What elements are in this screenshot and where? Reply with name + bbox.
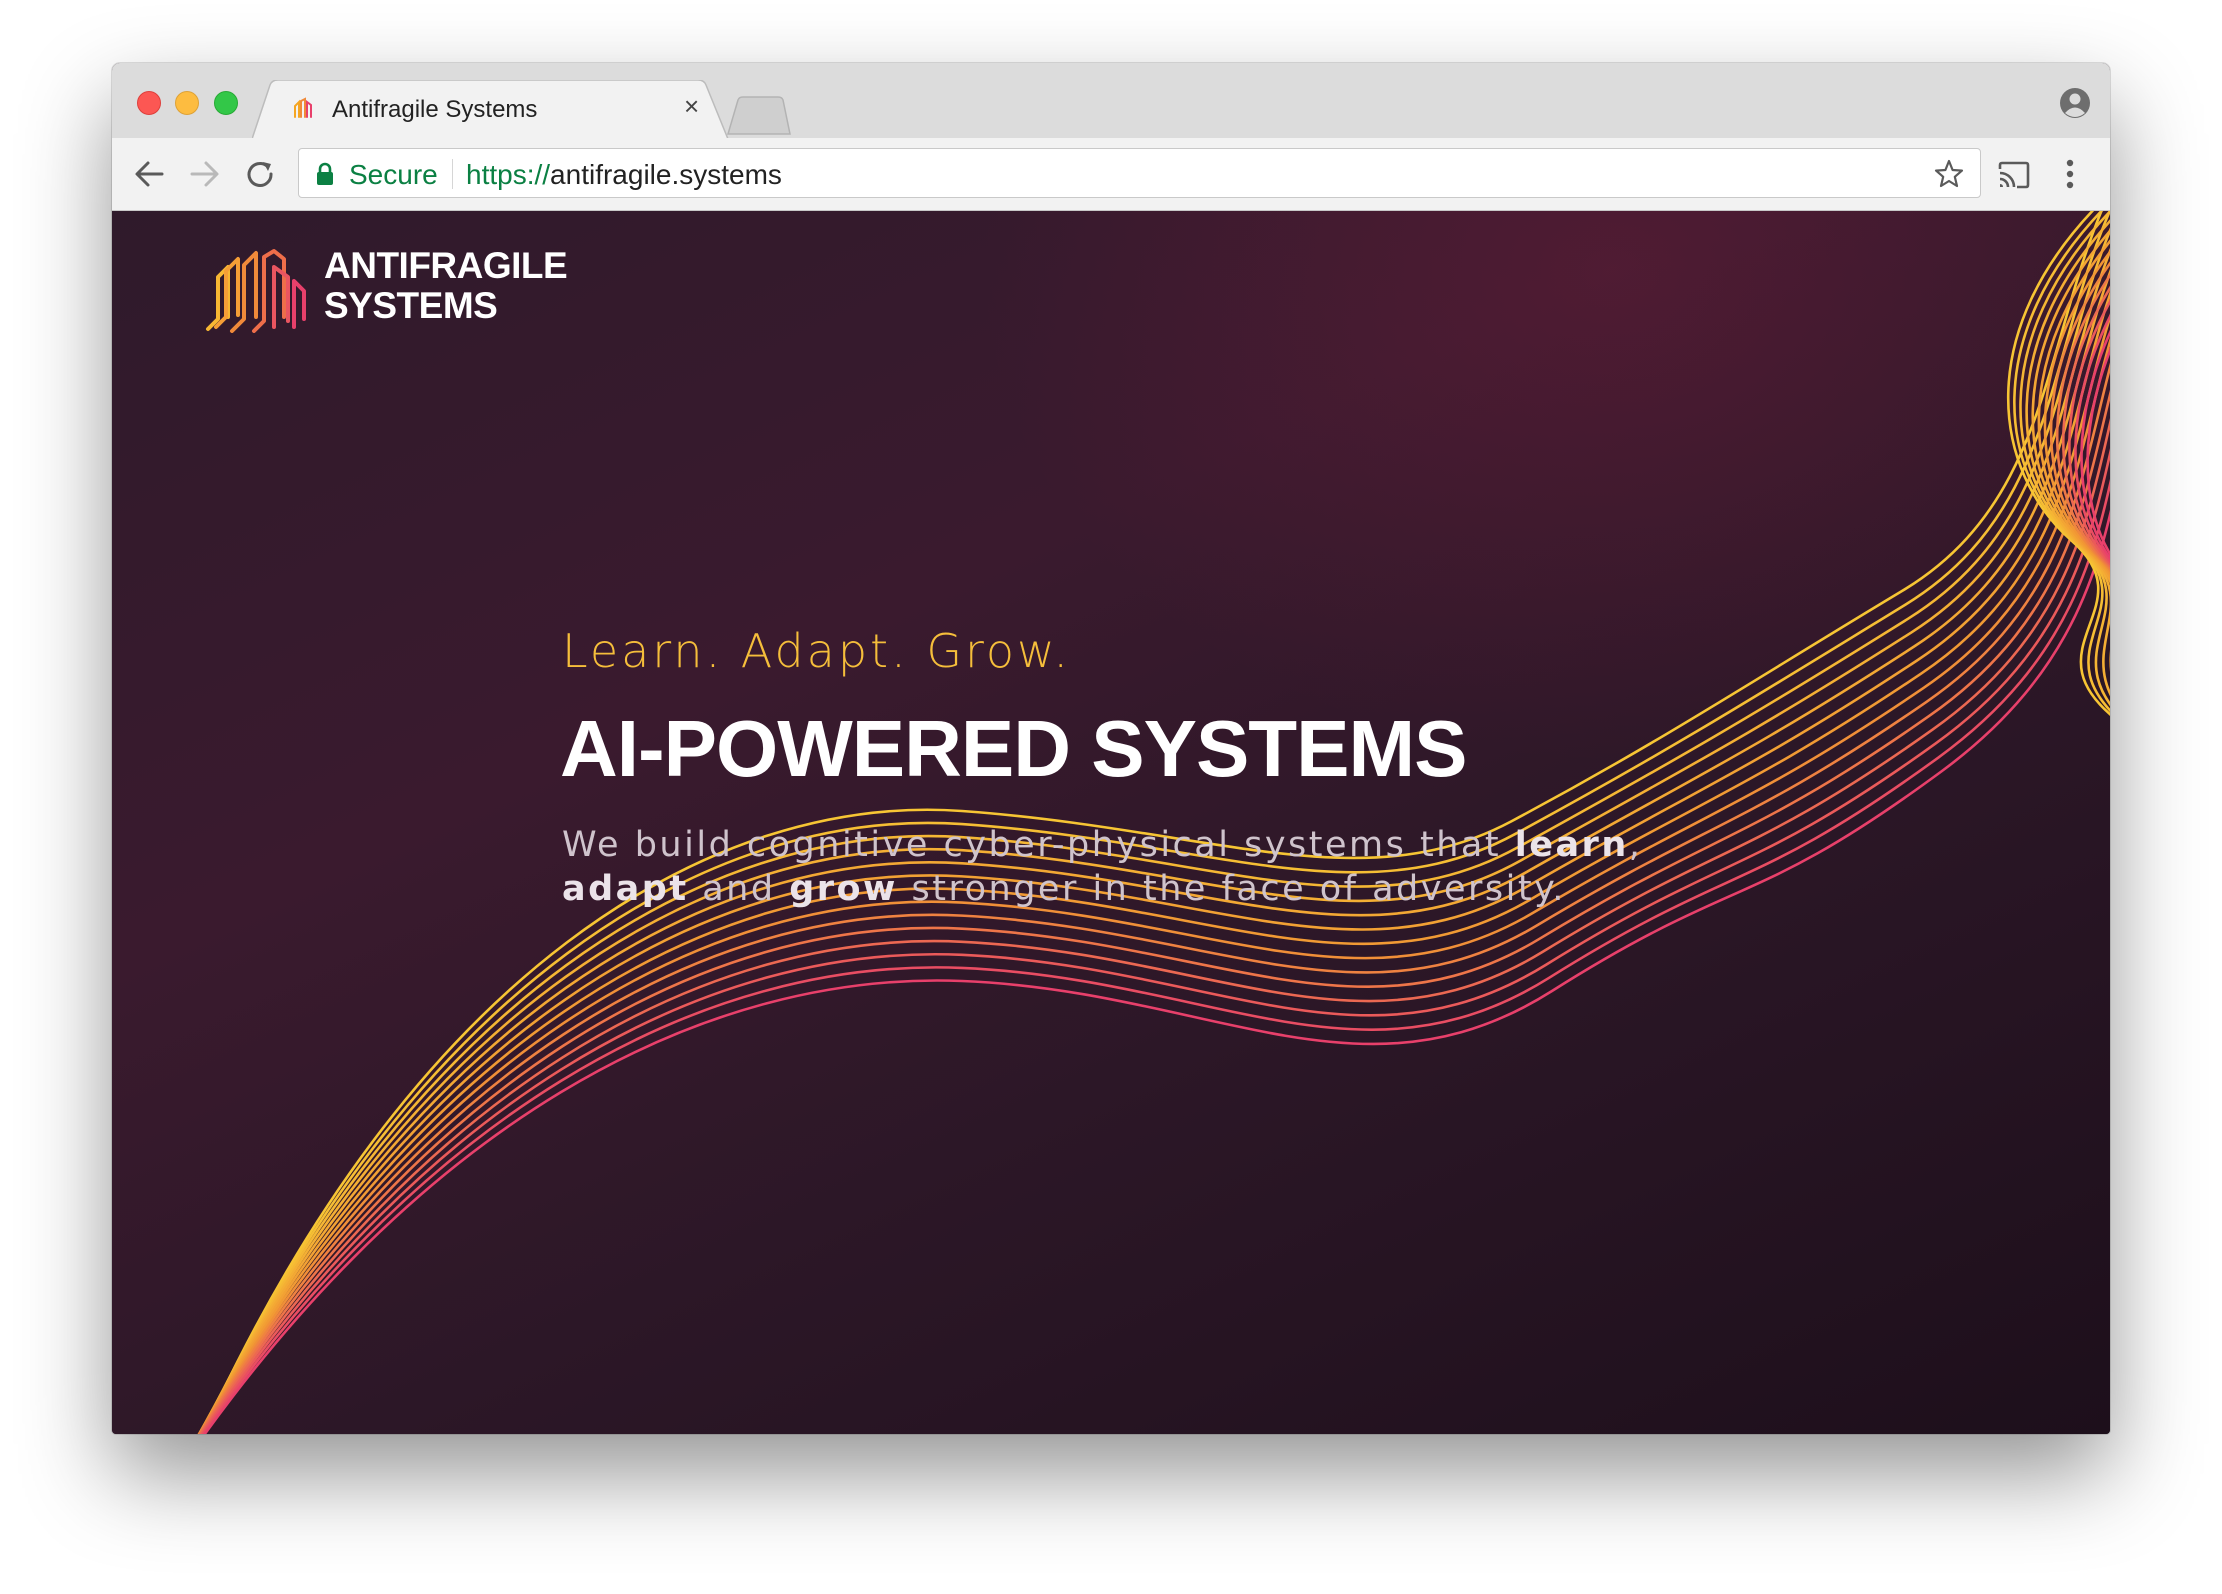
- cast-icon[interactable]: [1997, 161, 2031, 189]
- star-icon[interactable]: [1934, 159, 1964, 189]
- reload-icon[interactable]: [246, 160, 276, 190]
- hero-headline: AI-POWERED SYSTEMS: [560, 704, 1468, 793]
- favicon-icon: [294, 97, 312, 118]
- browser-window: Antifragile Systems × Secure https://ant…: [112, 63, 2110, 1434]
- address-bar[interactable]: Secure https://antifragile.systems: [298, 148, 1981, 198]
- back-arrow-icon[interactable]: [134, 160, 164, 188]
- logo-line-2: SYSTEMS: [324, 285, 498, 326]
- desc-bold-grow: grow: [789, 869, 898, 909]
- hero-tagline: Learn. Adapt. Grow.: [562, 624, 1072, 678]
- window-minimize-button[interactable]: [175, 91, 199, 115]
- kebab-menu-icon[interactable]: [2065, 158, 2075, 190]
- browser-toolbar: Secure https://antifragile.systems: [112, 138, 2110, 211]
- tab-strip: Antifragile Systems ×: [112, 63, 2110, 139]
- logo-wordmark[interactable]: ANTIFRAGILE SYSTEMS: [324, 245, 568, 326]
- logo-line-1: ANTIFRAGILE: [324, 245, 568, 286]
- desc-bold-learn: learn: [1514, 825, 1629, 865]
- page-viewport: ANTIFRAGILE SYSTEMS Learn. Adapt. Grow. …: [112, 211, 2110, 1434]
- tab-title: Antifragile Systems: [332, 96, 538, 123]
- desc-part-3: and: [688, 869, 790, 909]
- window-maximize-button[interactable]: [214, 91, 238, 115]
- url-scheme: https://: [466, 159, 551, 190]
- forward-arrow-icon[interactable]: [190, 160, 220, 188]
- desc-part-4: stronger in the face of adversity.: [897, 869, 1566, 909]
- new-tab-button[interactable]: [726, 96, 792, 136]
- window-close-button[interactable]: [137, 91, 161, 115]
- omnibox-divider: [452, 159, 453, 189]
- url-host: antifragile.systems: [550, 159, 782, 190]
- logo-mark-icon: [206, 249, 306, 333]
- profile-icon[interactable]: [2059, 87, 2091, 119]
- desc-part-1: We build cognitive cyber-physical system…: [562, 825, 1515, 865]
- url-text[interactable]: https://antifragile.systems: [466, 159, 782, 191]
- hero-description: We build cognitive cyber-physical system…: [562, 823, 1712, 911]
- secure-label: Secure: [349, 159, 438, 190]
- tab-close-icon[interactable]: ×: [684, 93, 699, 119]
- lock-icon: [317, 162, 333, 185]
- desc-bold-adapt: adapt: [562, 869, 689, 909]
- desc-part-2: ,: [1628, 825, 1643, 865]
